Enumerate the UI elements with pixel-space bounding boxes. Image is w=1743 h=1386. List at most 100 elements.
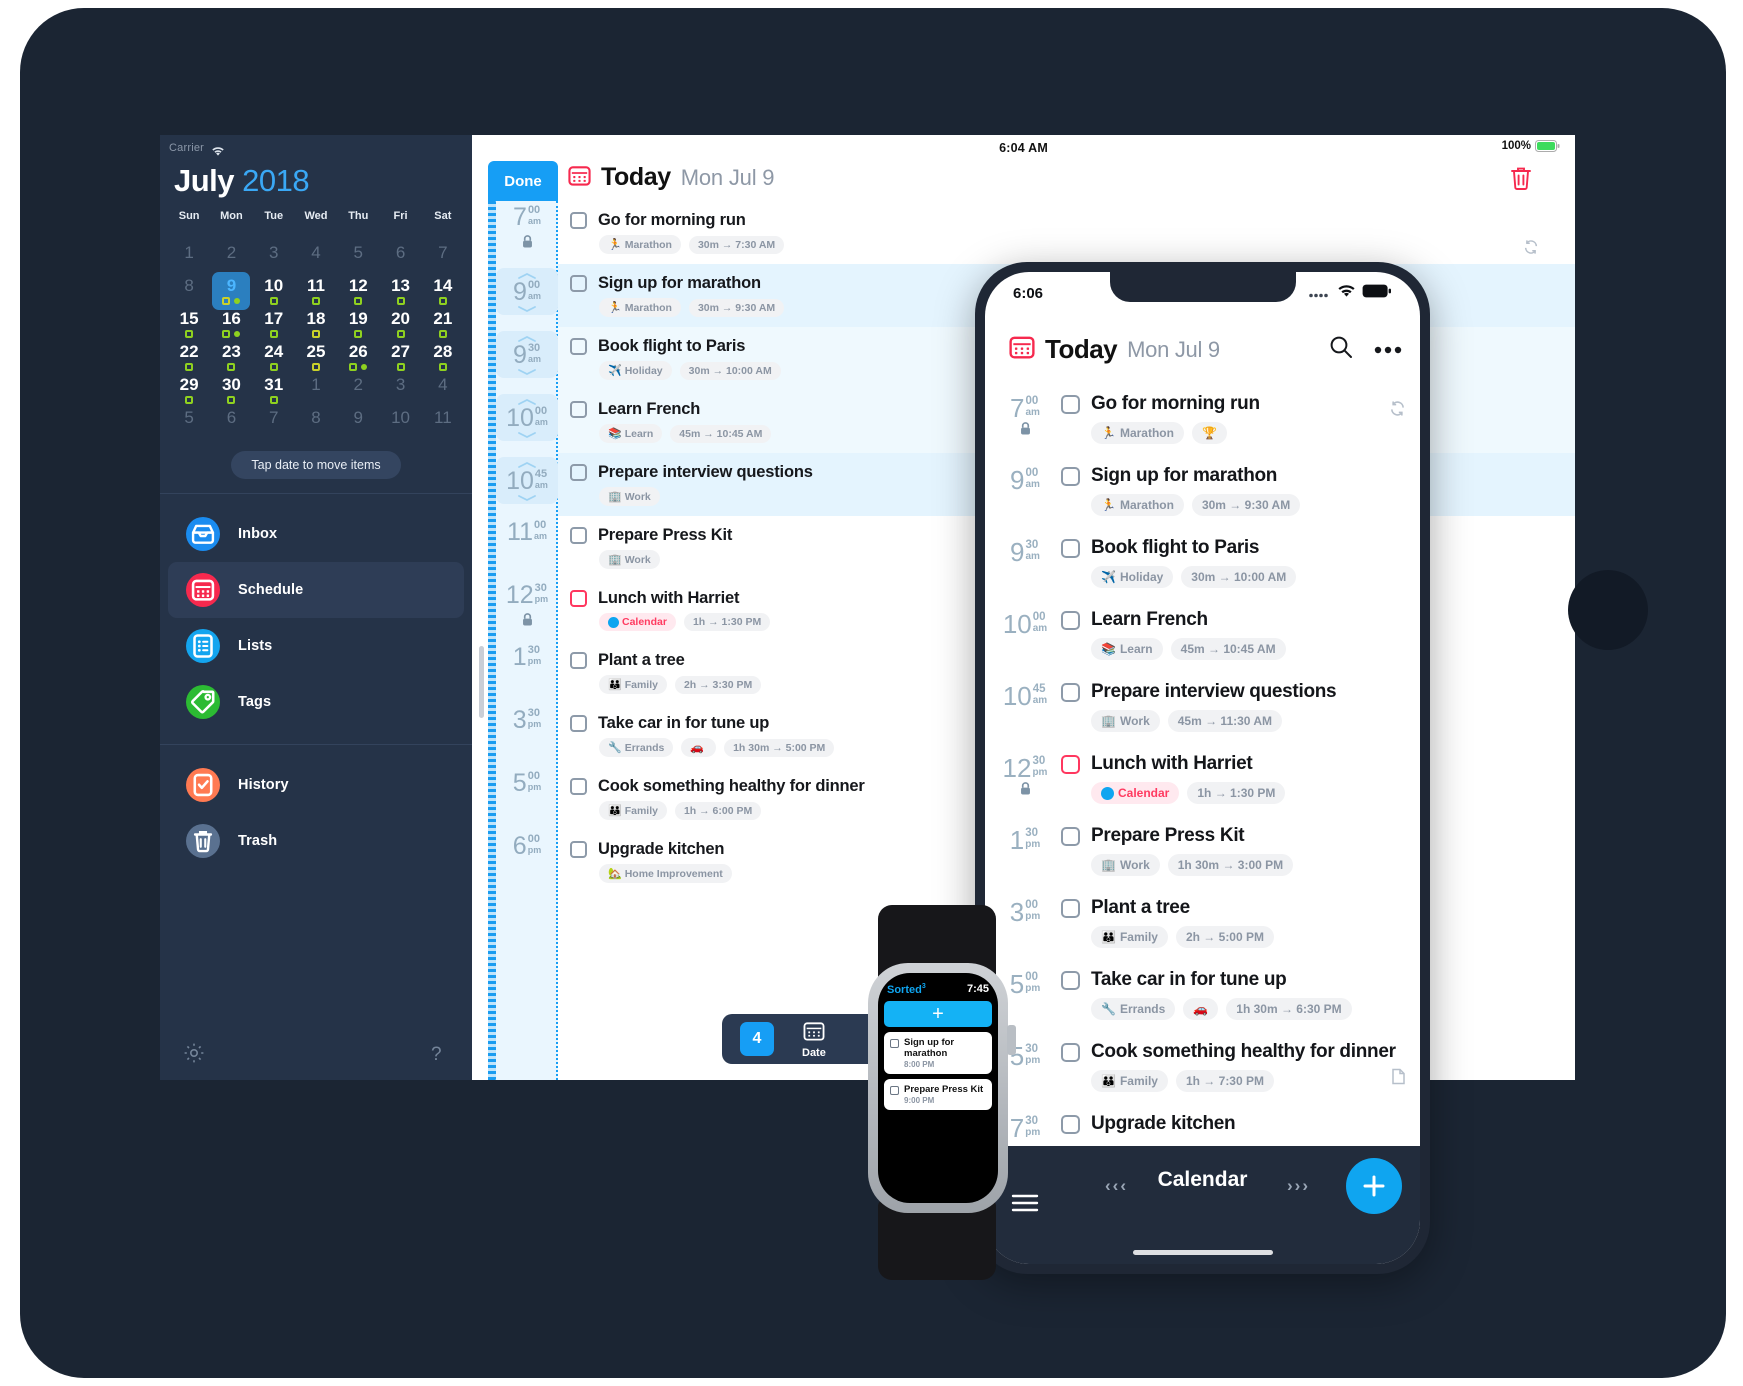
task-tag[interactable]: 2h → 3:30 PM: [674, 675, 762, 694]
task-checkbox[interactable]: [570, 464, 587, 481]
time-marker[interactable]: 11 00 am: [498, 520, 556, 545]
calendar-day-24[interactable]: 24: [253, 342, 295, 375]
task-tag[interactable]: 1h 30m → 3:00 PM: [1167, 854, 1294, 876]
task-tag[interactable]: ✈️ Holiday: [599, 361, 672, 380]
task-checkbox[interactable]: [570, 527, 587, 544]
task-tag[interactable]: 👪 Family: [599, 801, 667, 820]
time-marker[interactable]: 9 30 am: [999, 536, 1051, 588]
task-tag[interactable]: 2h → 5:00 PM: [1175, 926, 1274, 948]
calendar-day-9[interactable]: 9: [210, 272, 252, 311]
calendar-day-2[interactable]: 2: [337, 375, 379, 408]
task-checkbox[interactable]: [1061, 827, 1080, 846]
calendar-day-8[interactable]: 8: [295, 408, 337, 441]
gear-icon[interactable]: [182, 1041, 206, 1070]
task-checkbox[interactable]: [1061, 395, 1080, 414]
calendar-day-5[interactable]: 5: [168, 408, 210, 441]
list-item[interactable]: 5 30 pm Cook something healthy for dinner 👪 F…: [985, 1030, 1420, 1102]
task-tag[interactable]: 🏡 Home Improvement: [599, 864, 732, 883]
calendar-day-28[interactable]: 28: [422, 342, 464, 375]
calendar-day-9[interactable]: 9: [337, 408, 379, 441]
list-item[interactable]: 5 00 pm Take car in for tune up 🔧 Errands 🚗 1h …: [985, 958, 1420, 1030]
prev-arrows[interactable]: ‹‹‹: [1105, 1176, 1128, 1196]
task-tag[interactable]: 🔧 Errands: [599, 738, 674, 757]
calendar-day-7[interactable]: 7: [253, 408, 295, 441]
time-marker[interactable]: 9 30 am: [496, 331, 558, 378]
task-checkbox[interactable]: [1061, 1115, 1080, 1134]
time-marker[interactable]: 7 00 am: [498, 205, 556, 254]
task-tag[interactable]: 🏃 Marathon: [599, 298, 681, 317]
time-marker[interactable]: 9 00 am: [496, 268, 558, 315]
task-tag[interactable]: 30m → 9:30 AM: [688, 298, 785, 317]
task-checkbox[interactable]: [1061, 755, 1080, 774]
task-tag[interactable]: 🏃 Marathon: [599, 235, 681, 254]
time-marker[interactable]: 3 30 pm: [498, 708, 556, 733]
calendar-day-5[interactable]: 5: [337, 243, 379, 276]
sidebar-item-tags[interactable]: Tags: [168, 674, 464, 730]
calendar-day-11[interactable]: 11: [422, 408, 464, 441]
task-tag[interactable]: 45m → 10:45 AM: [1170, 638, 1286, 660]
sidebar-item-schedule[interactable]: Schedule: [168, 562, 464, 619]
task-checkbox[interactable]: [890, 1085, 899, 1095]
time-marker[interactable]: 10 45 am: [999, 680, 1051, 732]
watch-task-list[interactable]: Sign up for marathon 8:00 PM Prepare Press…: [878, 1031, 998, 1110]
task-tag[interactable]: 30m → 10:00 AM: [1181, 566, 1297, 588]
task-checkbox[interactable]: [570, 401, 587, 418]
task-tag[interactable]: Calendar: [1091, 782, 1180, 804]
task-checkbox[interactable]: [570, 275, 587, 292]
calendar-day-8[interactable]: 8: [168, 276, 210, 309]
time-marker[interactable]: 9 00 am: [999, 464, 1051, 516]
task-tag[interactable]: 🚗: [681, 738, 717, 757]
task-checkbox[interactable]: [570, 590, 587, 607]
calendar-day-10[interactable]: 10: [379, 408, 421, 441]
task-tag[interactable]: 🏢 Work: [599, 550, 660, 569]
watch-add-button[interactable]: +: [884, 1000, 992, 1027]
search-icon[interactable]: [1328, 334, 1354, 365]
task-tag[interactable]: 1h 30m → 5:00 PM: [724, 738, 835, 757]
task-tag[interactable]: 45m → 10:45 AM: [670, 424, 772, 443]
calendar-day-15[interactable]: 15: [168, 309, 210, 342]
time-marker[interactable]: 7 00 am: [999, 392, 1051, 444]
task-checkbox[interactable]: [570, 841, 587, 858]
calendar-day-grid[interactable]: 1 2 3 4 5 6 7 8 9 10 11 12 13 14 15 16 17 18 19 20 21 22 23 24 2…: [168, 243, 464, 441]
task-tag[interactable]: 👪 Family: [1091, 1070, 1168, 1092]
time-marker[interactable]: 10 45 am: [496, 457, 558, 504]
watch-digital-crown[interactable]: [1007, 1025, 1016, 1055]
calendar-day-14[interactable]: 14: [422, 276, 464, 309]
calendar-day-18[interactable]: 18: [295, 309, 337, 342]
sidebar-item-history[interactable]: History: [168, 757, 464, 813]
task-checkbox[interactable]: [1061, 539, 1080, 558]
task-checkbox[interactable]: [1061, 467, 1080, 486]
calendar-day-16[interactable]: 16: [210, 309, 252, 342]
list-item[interactable]: 1 30 pm Prepare Press Kit 🏢 Work 1h 30m → 3:00…: [985, 814, 1420, 886]
calendar-day-6[interactable]: 6: [379, 243, 421, 276]
task-checkbox[interactable]: [570, 212, 587, 229]
time-marker[interactable]: 10 00 am: [496, 394, 558, 441]
calendar-day-10[interactable]: 10: [253, 276, 295, 309]
list-item[interactable]: 7 00 am Go for morning run 🏃 Marathon 🏆: [985, 382, 1420, 454]
task-checkbox[interactable]: [1061, 683, 1080, 702]
task-tag[interactable]: 📚 Learn: [1091, 638, 1163, 660]
task-checkbox[interactable]: [570, 338, 587, 355]
watch-task-card[interactable]: Sign up for marathon 8:00 PM: [884, 1031, 992, 1074]
list-item[interactable]: 10 45 am Prepare interview questions 🏢 Work 45…: [985, 670, 1420, 742]
task-tag[interactable]: 1h → 6:00 PM: [674, 801, 762, 820]
task-tag[interactable]: 45m → 11:30 AM: [1167, 710, 1283, 732]
calendar-day-23[interactable]: 23: [210, 342, 252, 375]
task-checkbox[interactable]: [570, 715, 587, 732]
calendar-day-31[interactable]: 31: [253, 375, 295, 408]
calendar-day-12[interactable]: 12: [337, 276, 379, 309]
calendar-day-1[interactable]: 1: [168, 243, 210, 276]
task-checkbox[interactable]: [570, 652, 587, 669]
more-icon[interactable]: [1374, 341, 1402, 359]
time-marker[interactable]: 6 00 pm: [498, 834, 556, 859]
calendar-day-22[interactable]: 22: [168, 342, 210, 375]
task-tag[interactable]: 🚗: [1183, 998, 1219, 1020]
sidebar-item-inbox[interactable]: Inbox: [168, 506, 464, 562]
list-item[interactable]: 12 30 pm Lunch with Harriet Calendar 1h → 1:3…: [985, 742, 1420, 814]
calendar-day-30[interactable]: 30: [210, 375, 252, 408]
task-checkbox[interactable]: [570, 778, 587, 795]
task-tag[interactable]: 30m → 10:00 AM: [679, 361, 781, 380]
task-tag[interactable]: 🔧 Errands: [1091, 998, 1176, 1020]
task-tag[interactable]: 30m → 9:30 AM: [1191, 494, 1301, 516]
task-tag[interactable]: 30m → 7:30 AM: [688, 235, 785, 254]
